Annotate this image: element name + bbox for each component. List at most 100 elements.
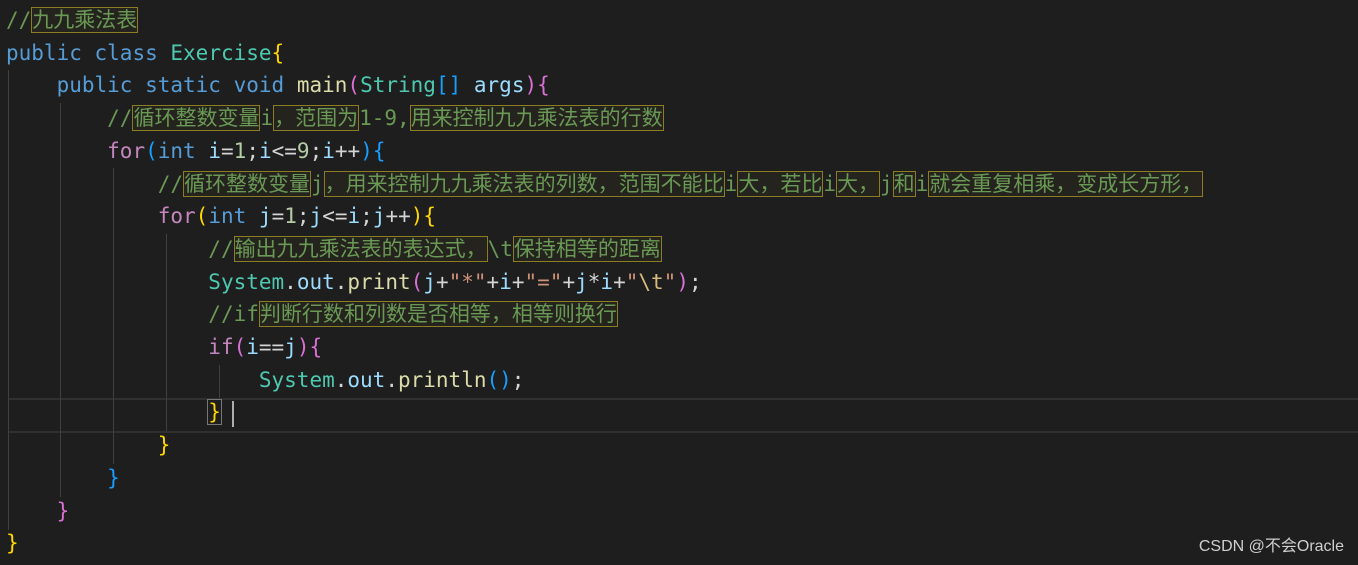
code-token: j (423, 269, 436, 294)
code-token: ) (296, 335, 310, 359)
code-line[interactable]: for(int i=1;i<=9;i++){ (6, 135, 1358, 168)
csdn-watermark: CSDN @不会Oracle (1198, 538, 1344, 555)
code-line[interactable]: for(int j=1;j<=i;j++){ (6, 200, 1358, 233)
code-token: ，范围为 (273, 105, 360, 132)
code-token: [] (435, 73, 462, 98)
code-token: " (663, 269, 677, 294)
code-token: } (6, 531, 19, 556)
code-token: . (334, 269, 348, 294)
code-token: 和 (892, 170, 916, 197)
code-token: ( (233, 335, 247, 359)
code-token: "*" (448, 269, 487, 294)
code-token: . (334, 367, 348, 392)
code-token: out (296, 269, 335, 294)
code-token: 1-9, (359, 106, 410, 131)
code-token: 用来控制九九乘法表的行数 (409, 105, 664, 132)
code-line[interactable]: public class Exercise{ (6, 37, 1358, 70)
code-token: public (56, 73, 133, 98)
code-token: ( (347, 73, 361, 98)
code-line[interactable]: } (6, 396, 1358, 429)
code-token: * (587, 269, 601, 294)
code-token: main (296, 73, 348, 98)
code-token: <= (271, 138, 297, 163)
code-token: ( (195, 204, 209, 229)
code-token: i (823, 171, 836, 196)
code-line[interactable]: if(i==j){ (6, 331, 1358, 364)
code-token: Exercise (170, 40, 272, 65)
code-token: { (537, 73, 550, 98)
code-line[interactable]: } (6, 462, 1358, 495)
code-token: j (309, 204, 323, 229)
code-token: int (157, 138, 196, 163)
code-token: . (385, 367, 398, 392)
code-token: 循环整数变量 (183, 170, 312, 197)
code-token: ; (246, 138, 259, 163)
code-token: 循环整数变量 (132, 105, 261, 132)
code-token: "=" (524, 269, 563, 294)
code-token: i (600, 269, 614, 294)
code-token: i (724, 171, 738, 196)
code-line[interactable]: } (6, 429, 1358, 462)
code-line[interactable]: //输出九九乘法表的表达式，\t保持相等的距离 (6, 233, 1358, 266)
code-token: public (6, 40, 82, 65)
code-token: { (372, 138, 386, 163)
code-token: == (258, 335, 285, 359)
code-token: i (260, 106, 274, 131)
code-line[interactable]: //九九乘法表 (6, 4, 1358, 37)
code-token: ) (360, 138, 373, 163)
code-token: ) (410, 204, 424, 229)
code-token: i (208, 138, 221, 163)
code-line[interactable]: //循环整数变量i，范围为1-9,用来控制九九乘法表的行数 (6, 102, 1358, 135)
code-token: 9 (296, 138, 310, 163)
code-token: ; (360, 204, 373, 229)
code-token: i (347, 204, 361, 229)
code-token: j (575, 269, 588, 294)
code-token: ) (676, 269, 689, 294)
code-line[interactable]: } (6, 527, 1358, 560)
code-token: args (473, 73, 525, 98)
code-line[interactable]: System.out.println(); (6, 364, 1358, 397)
code-token: 判断行数和列数是否相等，相等则换行 (258, 301, 618, 328)
code-line[interactable]: System.out.print(j+"*"+i+"="+j*i+"\t"); (6, 266, 1358, 299)
code-line[interactable]: //if判断行数和列数是否相等，相等则换行 (6, 298, 1358, 331)
code-token: ( (145, 138, 158, 163)
code-token: 九九乘法表 (31, 7, 139, 33)
code-token: = (221, 138, 234, 163)
code-token: 就会重复相乘，变成长方形， (928, 170, 1204, 197)
code-token: 1 (284, 204, 297, 229)
code-token: + (613, 269, 626, 294)
code-token: i (258, 138, 272, 163)
code-token: String (360, 73, 436, 98)
code-token: out (347, 367, 386, 392)
code-line[interactable]: public static void main(String[] args){ (6, 69, 1358, 102)
code-token: \t (638, 269, 664, 294)
code-line[interactable]: //循环整数变量j，用来控制九九乘法表的列数，范围不能比i大，若比i大，j和i就… (6, 168, 1358, 201)
code-line[interactable]: } (6, 495, 1358, 528)
code-token: static (145, 73, 221, 98)
code-token: class (94, 40, 158, 65)
code-token: \t (487, 236, 513, 261)
code-token: // (208, 236, 234, 261)
code-token: . (284, 269, 297, 294)
code-token: ++ (334, 138, 361, 163)
code-token: ++ (385, 204, 411, 229)
code-editor[interactable]: //九九乘法表 public class Exercise{ public sta… (0, 0, 1358, 565)
code-token: " (625, 269, 639, 294)
code-token: { (309, 335, 323, 359)
code-token: j (372, 204, 386, 229)
code-token: 输出九九乘法表的表达式， (233, 235, 488, 262)
